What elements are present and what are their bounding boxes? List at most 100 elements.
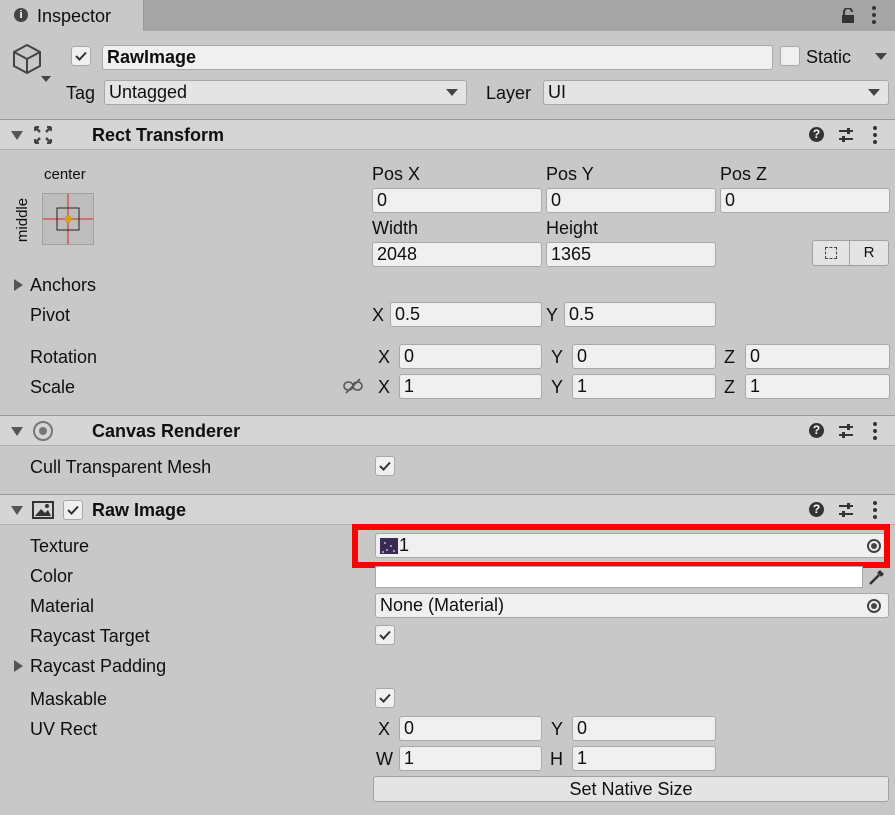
uv-rect-label: UV Rect (30, 719, 98, 739)
help-icon[interactable]: ? (809, 423, 824, 438)
set-native-size-button[interactable]: Set Native Size (373, 776, 889, 802)
maskable-checkbox[interactable] (375, 688, 395, 708)
static-checkbox[interactable] (780, 46, 800, 66)
help-icon[interactable]: ? (809, 502, 824, 517)
rotation-z-label: Z (724, 347, 735, 367)
color-label: Color (30, 566, 74, 586)
canvas-renderer-header[interactable]: Canvas Renderer ? (0, 415, 895, 446)
uv-y-label: Y (551, 719, 564, 739)
rotation-label: Rotation (30, 347, 98, 367)
chevron-down-icon (446, 89, 458, 96)
height-label: Height (546, 218, 599, 238)
rect-transform-header[interactable]: Rect Transform ? (0, 119, 895, 150)
foldout-arrow-icon[interactable] (11, 506, 23, 515)
texture-label: Texture (30, 536, 90, 556)
rotation-y-input[interactable]: 0 (572, 344, 716, 369)
static-label: Static (806, 47, 852, 67)
rect-transform-icon (33, 125, 53, 150)
scale-y-input[interactable]: 1 (572, 374, 716, 399)
pos-z-input[interactable]: 0 (720, 188, 890, 213)
gameobject-icon (10, 42, 44, 81)
anchor-vertical-label: middle (14, 197, 31, 243)
scale-label: Scale (30, 377, 76, 397)
rotation-y-label: Y (551, 347, 564, 367)
scale-x-input[interactable]: 1 (399, 374, 542, 399)
active-checkbox[interactable] (71, 46, 91, 66)
pivot-y-input[interactable]: 0.5 (564, 302, 716, 327)
color-swatch[interactable] (375, 566, 863, 588)
presets-icon[interactable] (838, 502, 854, 523)
cull-transparent-mesh-label: Cull Transparent Mesh (30, 457, 212, 477)
uv-x-input[interactable]: 0 (399, 716, 542, 741)
raycast-padding-label[interactable]: Raycast Padding (30, 654, 166, 678)
scale-z-label: Z (724, 377, 735, 397)
raw-image-title: Raw Image (92, 500, 187, 520)
chevron-down-icon (868, 89, 880, 96)
static-dropdown-arrow[interactable] (875, 53, 887, 60)
raycast-target-checkbox[interactable] (375, 625, 395, 645)
set-native-size-label: Set Native Size (569, 779, 693, 799)
uv-y-input[interactable]: 0 (572, 716, 716, 741)
rotation-x-label: X (378, 347, 391, 367)
layer-label: Layer (486, 83, 532, 103)
foldout-arrow-icon[interactable] (11, 131, 23, 140)
tab-menu-icon[interactable] (872, 6, 876, 27)
object-name-input[interactable]: RawImage (102, 45, 773, 70)
uv-w-input[interactable]: 1 (399, 746, 542, 771)
tab-inspector[interactable]: i Inspector (0, 0, 144, 31)
image-icon (32, 501, 54, 524)
tab-title: Inspector (37, 6, 112, 26)
constrain-proportions-icon[interactable] (343, 378, 363, 399)
anchor-preset-button[interactable] (42, 193, 94, 245)
material-object-field[interactable]: None (Material) (375, 593, 889, 618)
lock-icon[interactable] (841, 7, 855, 29)
help-icon[interactable]: ? (809, 127, 824, 142)
anchors-foldout-icon[interactable] (14, 279, 23, 291)
scale-z-input[interactable]: 1 (745, 374, 890, 399)
component-menu-icon[interactable] (873, 422, 877, 443)
layer-dropdown[interactable]: UI (543, 80, 889, 105)
pos-y-input[interactable]: 0 (546, 188, 716, 213)
tag-dropdown[interactable]: Untagged (104, 80, 467, 105)
raw-edit-button[interactable]: R (849, 240, 889, 266)
rotation-z-input[interactable]: 0 (745, 344, 890, 369)
pivot-x-label: X (372, 305, 385, 325)
icon-dropdown-arrow[interactable] (41, 76, 51, 82)
presets-icon[interactable] (838, 127, 854, 148)
height-input[interactable]: 1365 (546, 242, 716, 267)
rotation-x-input[interactable]: 0 (399, 344, 542, 369)
maskable-label: Maskable (30, 689, 108, 709)
eyedropper-icon[interactable] (867, 567, 887, 592)
presets-icon[interactable] (838, 423, 854, 444)
pivot-y-label: Y (546, 305, 559, 325)
scale-y-label: Y (551, 377, 564, 397)
anchors-label[interactable]: Anchors (30, 273, 96, 297)
uv-x-label: X (378, 719, 391, 739)
raw-edit-label: R (863, 244, 875, 261)
material-value: None (Material) (380, 595, 505, 615)
object-picker-icon[interactable] (867, 599, 881, 613)
tag-value: Untagged (109, 82, 188, 102)
pos-x-input[interactable]: 0 (372, 188, 542, 213)
canvas-renderer-icon (32, 420, 54, 447)
width-label: Width (372, 218, 419, 238)
uv-h-input[interactable]: 1 (572, 746, 716, 771)
uv-h-label: H (550, 749, 563, 769)
tag-label: Tag (66, 83, 96, 103)
raycast-padding-foldout-icon[interactable] (14, 660, 23, 672)
raw-image-enabled-checkbox[interactable] (63, 500, 83, 520)
info-icon: i (14, 8, 28, 22)
rect-transform-title: Rect Transform (92, 125, 225, 145)
pivot-x-input[interactable]: 0.5 (390, 302, 542, 327)
component-menu-icon[interactable] (873, 126, 877, 147)
blueprint-mode-button[interactable] (812, 240, 850, 266)
component-menu-icon[interactable] (873, 501, 877, 522)
foldout-arrow-icon[interactable] (11, 427, 23, 436)
width-input[interactable]: 2048 (372, 242, 542, 267)
anchor-horizontal-label: center (44, 166, 86, 183)
raw-image-header[interactable]: Raw Image ? (0, 494, 895, 525)
pos-z-label: Pos Z (720, 164, 768, 184)
cull-transparent-mesh-checkbox[interactable] (375, 456, 395, 476)
pos-y-label: Pos Y (546, 164, 594, 184)
scale-x-label: X (378, 377, 391, 397)
